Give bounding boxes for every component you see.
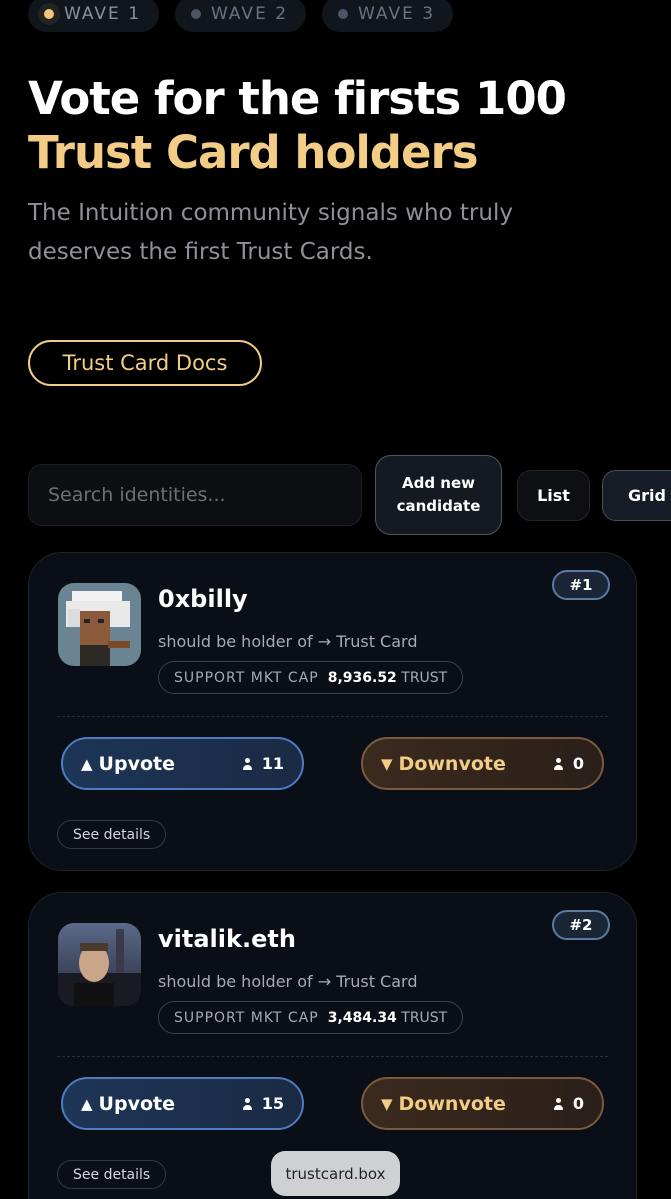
wave-tab-label: WAVE 3 — [358, 4, 436, 24]
mkt-cap-unit: TRUST — [401, 1009, 448, 1026]
triangle-up-icon: ▲ — [81, 754, 93, 773]
downvote-label: Downvote — [398, 1092, 506, 1115]
wave-tab-2[interactable]: WAVE 2 — [175, 0, 307, 32]
dot-icon — [191, 9, 202, 19]
triangle-down-icon: ▼ — [381, 754, 393, 773]
list-view-button[interactable]: List — [517, 470, 590, 521]
downvote-count-value: 0 — [572, 754, 584, 773]
upvote-count-value: 11 — [261, 754, 284, 773]
support-mkt-cap-badge: SUPPORT MKT CAP 3,484.34 TRUST — [158, 1001, 464, 1034]
active-dot-icon — [44, 9, 54, 19]
person-icon — [242, 757, 253, 770]
upvote-button[interactable]: ▲ Upvote 11 — [61, 737, 304, 790]
divider — [57, 1056, 608, 1057]
downvote-button[interactable]: ▼ Downvote 0 — [361, 1077, 604, 1130]
triangle-down-icon: ▼ — [381, 1094, 393, 1113]
page-title: Vote for the firsts 100 Trust Card holde… — [28, 72, 648, 180]
rank-badge: #2 — [552, 910, 610, 940]
holder-text: should be holder of → Trust Card — [158, 972, 418, 991]
page-title-main: Vote for the firsts 100 — [28, 72, 567, 125]
page-title-highlight: Trust Card holders — [28, 126, 478, 179]
wave-tab-label: WAVE 2 — [211, 4, 289, 24]
holder-text: should be holder of → Trust Card — [158, 632, 418, 651]
see-details-button[interactable]: See details — [57, 820, 167, 849]
dot-icon — [338, 9, 349, 19]
candidate-name[interactable]: 0xbilly — [158, 585, 248, 613]
url-toast: trustcard.box — [271, 1151, 400, 1196]
trust-card-docs-button[interactable]: Trust Card Docs — [28, 340, 262, 386]
downvote-count-value: 0 — [572, 1094, 584, 1113]
upvote-label: Upvote — [98, 1092, 175, 1115]
upvote-label: Upvote — [98, 752, 175, 775]
wave-tab-label: WAVE 1 — [64, 4, 142, 24]
avatar — [58, 923, 141, 1006]
wave-tabs: WAVE 1 WAVE 2 WAVE 3 — [28, 0, 454, 32]
downvote-button[interactable]: ▼ Downvote 0 — [361, 737, 604, 790]
upvote-count: 11 — [242, 754, 284, 773]
wave-tab-3[interactable]: WAVE 3 — [322, 0, 454, 32]
support-mkt-cap-badge: SUPPORT MKT CAP 8,936.52 TRUST — [158, 661, 464, 694]
search-input[interactable]: Search identities... — [28, 464, 362, 526]
see-details-button[interactable]: See details — [57, 1160, 167, 1189]
person-icon — [242, 1097, 253, 1110]
person-icon — [553, 757, 564, 770]
wave-tab-1[interactable]: WAVE 1 — [28, 0, 160, 32]
upvote-count-value: 15 — [261, 1094, 284, 1113]
upvote-count: 15 — [242, 1094, 284, 1113]
person-icon — [553, 1097, 564, 1110]
downvote-count: 0 — [553, 1094, 584, 1113]
page-subtitle: The Intuition community signals who trul… — [28, 200, 513, 265]
candidate-card: 0xbilly #1 should be holder of → Trust C… — [28, 552, 637, 871]
mkt-cap-unit: TRUST — [401, 669, 448, 686]
add-candidate-button[interactable]: Add new candidate — [375, 455, 502, 535]
upvote-button[interactable]: ▲ Upvote 15 — [61, 1077, 304, 1130]
grid-view-button[interactable]: Grid — [602, 470, 671, 521]
avatar — [58, 583, 141, 666]
mkt-cap-label: SUPPORT MKT CAP — [174, 669, 319, 686]
divider — [57, 716, 608, 717]
rank-badge: #1 — [552, 570, 610, 600]
triangle-up-icon: ▲ — [81, 1094, 93, 1113]
downvote-label: Downvote — [398, 752, 506, 775]
mkt-cap-label: SUPPORT MKT CAP — [174, 1009, 319, 1026]
downvote-count: 0 — [553, 754, 584, 773]
mkt-cap-value: 3,484.34 — [327, 1009, 397, 1026]
mkt-cap-value: 8,936.52 — [327, 669, 397, 686]
candidate-name[interactable]: vitalik.eth — [158, 925, 296, 953]
